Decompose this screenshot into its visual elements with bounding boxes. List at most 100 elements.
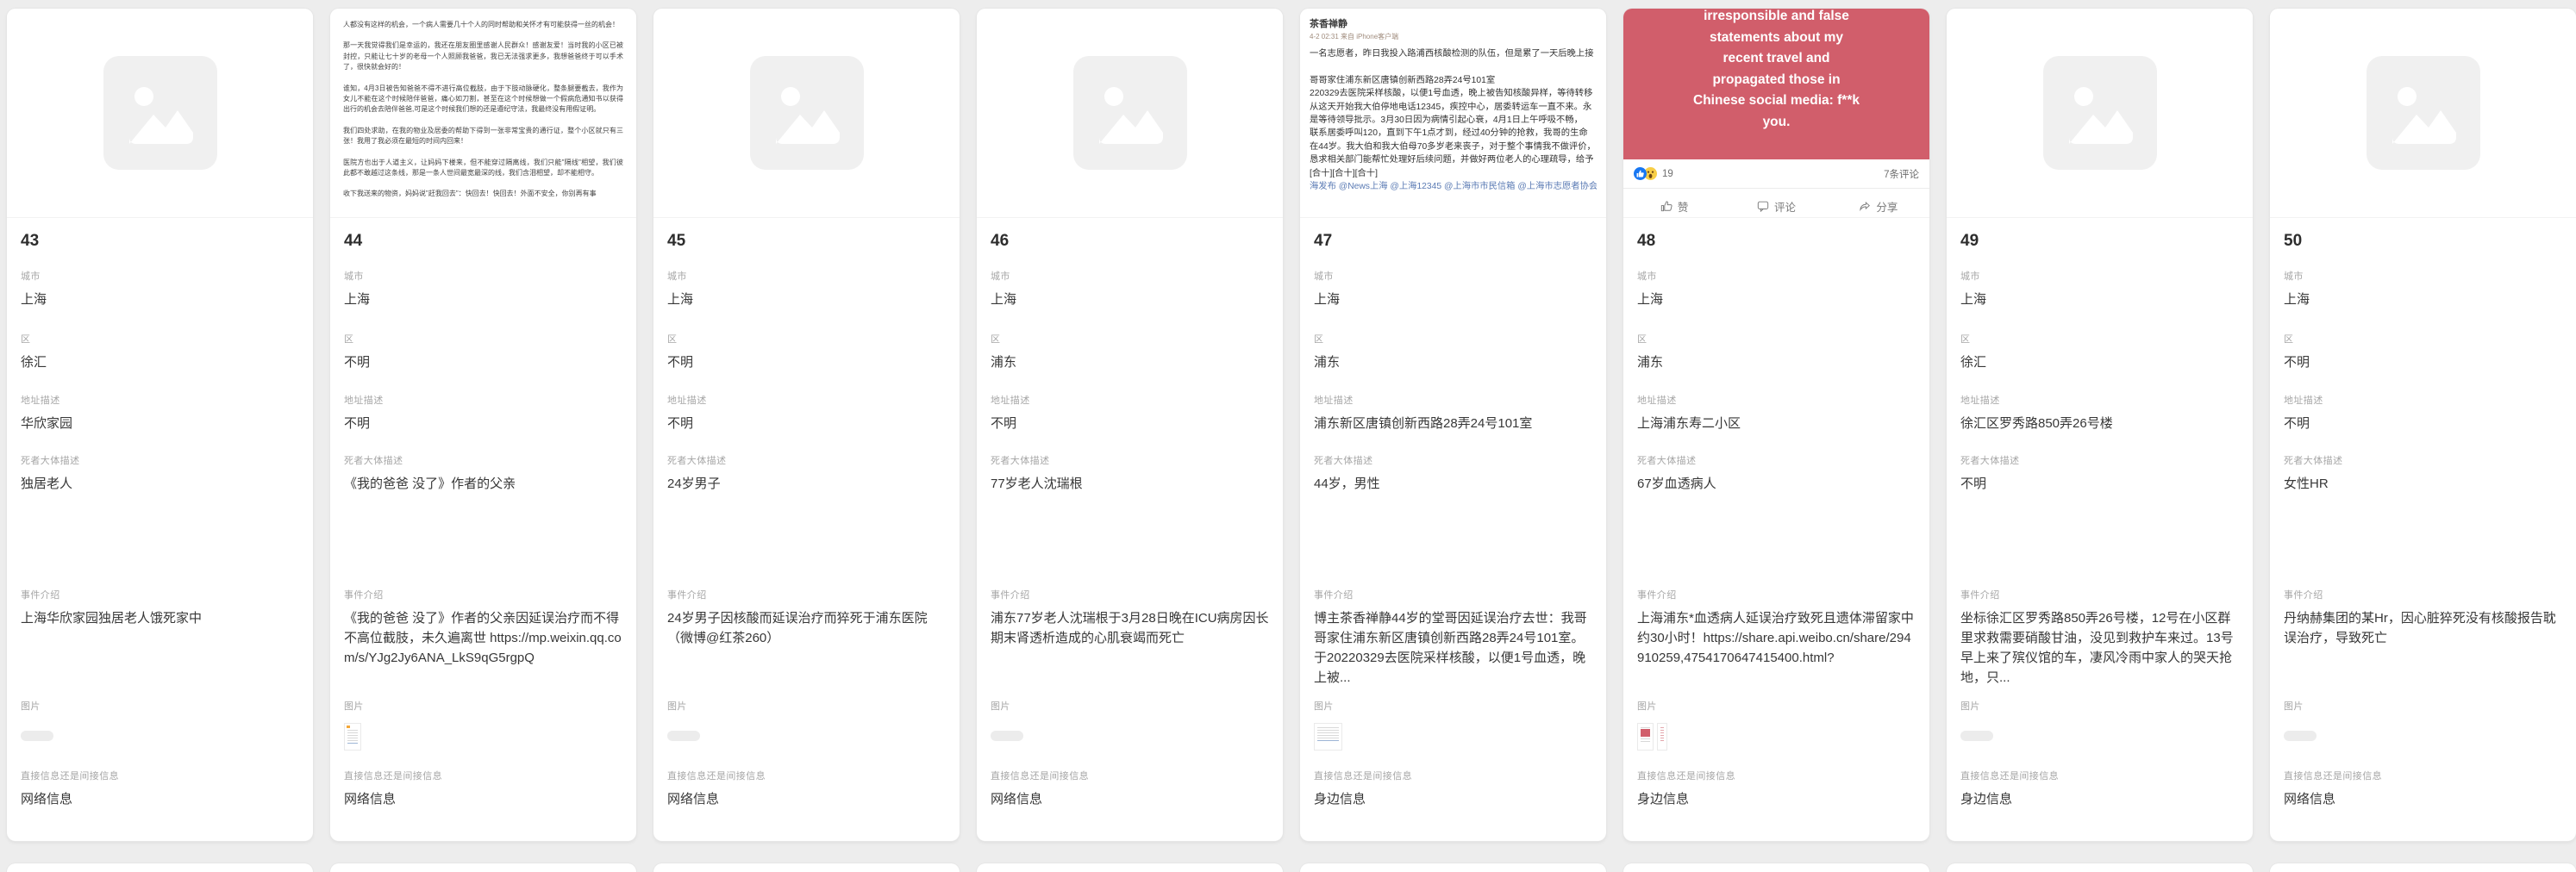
field-value-city: 上海: [2284, 290, 2562, 309]
empty-image-pill: [2284, 731, 2317, 741]
field-label-image: 图片: [344, 701, 622, 713]
field-label-direct: 直接信息还是间接信息: [667, 771, 946, 782]
field-value-city: 上海: [1637, 290, 1916, 309]
field-value-direct: 网络信息: [2284, 789, 2562, 809]
field-value-address: 不明: [2284, 414, 2562, 433]
field-label-image: 图片: [1960, 701, 2239, 713]
card-image-area: [2270, 9, 2576, 218]
facebook-banner-line: you.: [1623, 112, 1929, 134]
next-row-card-top: [1623, 863, 1929, 872]
field-label-direct: 直接信息还是间接信息: [1637, 771, 1916, 782]
weibo-body-text: 一名志愿者，昨日我投入路浦西核酸检测的队伍，但是累了一天后晚上接 哥哥家住浦东新…: [1310, 47, 1597, 193]
record-card[interactable]: irresponsible and falsestatements about …: [1623, 9, 1929, 841]
record-card[interactable]: 49 城市 上海 区 徐汇 地址描述 徐汇区罗秀路850弄26号楼 死者大体描述…: [1947, 9, 2253, 841]
field-value-deceased: 独居老人: [21, 474, 299, 494]
field-value-district: 不明: [667, 352, 946, 372]
card-body: 46 城市 上海 区 浦东 地址描述 不明 死者大体描述 77岁老人沈瑞根 事件…: [977, 218, 1283, 841]
share-label: 分享: [1876, 198, 1898, 215]
article-paragraph: 谁知，4月3日被告知爸爸不得不进行高位截肢，由于下肢动脉硬化，整条腿要截去，我作…: [343, 84, 623, 115]
record-card[interactable]: 50 城市 上海 区 不明 地址描述 不明 死者大体描述 女性HR 事件介绍 丹…: [2270, 9, 2576, 841]
field-label-address: 地址描述: [2284, 396, 2562, 407]
field-address: 地址描述 浦东新区唐镇创新西路28弄24号101室: [1314, 396, 1592, 433]
field-label-city: 城市: [1314, 271, 1592, 283]
document-thumbnail[interactable]: [1637, 723, 1654, 751]
field-district: 区 不明: [667, 334, 946, 372]
field-value-address: 徐汇区罗秀路850弄26号楼: [1960, 414, 2239, 433]
field-label-image: 图片: [1637, 701, 1916, 713]
field-value-city: 上海: [1960, 290, 2239, 309]
field-label-deceased: 死者大体描述: [667, 456, 946, 467]
record-card[interactable]: 茶香禅静 4-2 02:31 来自 iPhone客户端 一名志愿者，昨日我投入路…: [1300, 9, 1606, 841]
field-deceased: 死者大体描述 77岁老人沈瑞根: [991, 456, 1269, 494]
field-value-address: 上海浦东寿二小区: [1637, 414, 1916, 433]
field-event: 事件介绍 《我的爸爸 没了》作者的父亲因延误治疗而不得不高位截肢，未久遍离世 h…: [344, 590, 622, 689]
field-value-district: 不明: [2284, 352, 2562, 372]
document-thumbnail[interactable]: [1314, 723, 1342, 751]
field-label-image: 图片: [21, 701, 299, 713]
card-row: 43 城市 上海 区 徐汇 地址描述 华欣家园 死者大体描述 独居老人 事件介绍…: [7, 9, 2576, 841]
empty-image-pill: [991, 731, 1023, 741]
field-label-image: 图片: [1314, 701, 1592, 713]
field-label-district: 区: [1637, 334, 1916, 346]
record-card[interactable]: 45 城市 上海 区 不明 地址描述 不明 死者大体描述 24岁男子 事件介绍 …: [653, 9, 960, 841]
image-thumbnail-area: [2284, 723, 2562, 752]
weibo-timestamp: 4-2 02:31 来自 iPhone客户端: [1310, 32, 1597, 41]
card-image-area: [977, 9, 1283, 218]
field-label-city: 城市: [667, 271, 946, 283]
field-district: 区 浦东: [991, 334, 1269, 372]
field-label-district: 区: [1960, 334, 2239, 346]
document-thumbnail[interactable]: [344, 723, 361, 751]
field-value-direct: 身边信息: [1637, 789, 1916, 809]
field-address: 地址描述 不明: [344, 396, 622, 433]
field-deceased: 死者大体描述 44岁，男性: [1314, 456, 1592, 494]
field-direct: 直接信息还是间接信息 身边信息: [1314, 771, 1592, 809]
facebook-banner-line: irresponsible and false: [1623, 9, 1929, 28]
field-direct: 直接信息还是间接信息 身边信息: [1637, 771, 1916, 809]
field-direct: 直接信息还是间接信息 身边信息: [1960, 771, 2239, 809]
field-deceased: 死者大体描述 不明: [1960, 456, 2239, 494]
card-number: 44: [344, 232, 622, 251]
comment-count: 7条评论: [1884, 167, 1919, 181]
field-event: 事件介绍 博主茶香禅静44岁的堂哥因延误治疗去世：我哥哥家住浦东新区唐镇创新西路…: [1314, 590, 1592, 689]
record-card[interactable]: 46 城市 上海 区 浦东 地址描述 不明 死者大体描述 77岁老人沈瑞根 事件…: [977, 9, 1283, 841]
field-label-deceased: 死者大体描述: [1314, 456, 1592, 467]
field-label-event: 事件介绍: [344, 590, 622, 601]
like-button[interactable]: 赞: [1623, 189, 1725, 218]
facebook-post-screenshot: irresponsible and falsestatements about …: [1623, 9, 1929, 218]
card-number: 50: [2284, 232, 2562, 251]
field-image: 图片: [1960, 701, 2239, 752]
comment-button[interactable]: 评论: [1725, 189, 1827, 218]
share-button[interactable]: 分享: [1828, 189, 1929, 218]
field-value-direct: 网络信息: [21, 789, 299, 809]
field-label-deceased: 死者大体描述: [2284, 456, 2562, 467]
field-label-direct: 直接信息还是间接信息: [1314, 771, 1592, 782]
field-value-district: 浦东: [1314, 352, 1592, 372]
field-direct: 直接信息还是间接信息 网络信息: [2284, 771, 2562, 809]
facebook-banner-text: irresponsible and falsestatements about …: [1623, 9, 1929, 159]
field-label-city: 城市: [1637, 271, 1916, 283]
weibo-text-line: [1310, 60, 1597, 73]
field-deceased: 死者大体描述 独居老人: [21, 456, 299, 494]
field-city: 城市 上海: [991, 271, 1269, 309]
field-label-city: 城市: [21, 271, 299, 283]
weibo-text-line: 从这天开始我大伯停地电话12345，疾控中心，居委转运车一直不来。永: [1310, 101, 1597, 114]
field-image: 图片: [1637, 701, 1916, 752]
card-number: 43: [21, 232, 299, 251]
card-number: 45: [667, 232, 946, 251]
card-body: 47 城市 上海 区 浦东 地址描述 浦东新区唐镇创新西路28弄24号101室 …: [1300, 218, 1606, 841]
field-deceased: 死者大体描述 女性HR: [2284, 456, 2562, 494]
article-paragraph: 医院方也出于人道主义，让妈妈下楼来，但不能穿过隔离线，我们只能"隔线"相望，我们…: [343, 158, 623, 179]
article-screenshot: 人都没有这样的机会，一个病人需要几十个人的同时帮助和关怀才有可能获得一丝的机会！…: [330, 9, 636, 218]
record-card[interactable]: 43 城市 上海 区 徐汇 地址描述 华欣家园 死者大体描述 独居老人 事件介绍…: [7, 9, 313, 841]
field-city: 城市 上海: [21, 271, 299, 309]
card-body: 48 城市 上海 区 浦东 地址描述 上海浦东寿二小区 死者大体描述 67岁血透…: [1623, 218, 1929, 841]
weibo-mentions: 海发布 @News上海 @上海12345 @上海市市民信箱 @上海市志愿者协会: [1310, 180, 1597, 193]
field-label-district: 区: [344, 334, 622, 346]
field-value-district: 徐汇: [1960, 352, 2239, 372]
field-label-deceased: 死者大体描述: [1637, 456, 1916, 467]
record-card[interactable]: 人都没有这样的机会，一个病人需要几十个人的同时帮助和关怀才有可能获得一丝的机会！…: [330, 9, 636, 841]
field-label-event: 事件介绍: [21, 590, 299, 601]
image-thumbnails: [1637, 723, 1667, 751]
article-paragraph: 那一天我觉得我们是幸运的，我还在朋友圈里感谢人民群众！感谢友爱！当时我的小区已被…: [343, 40, 623, 72]
document-thumbnail[interactable]: [1657, 723, 1667, 751]
